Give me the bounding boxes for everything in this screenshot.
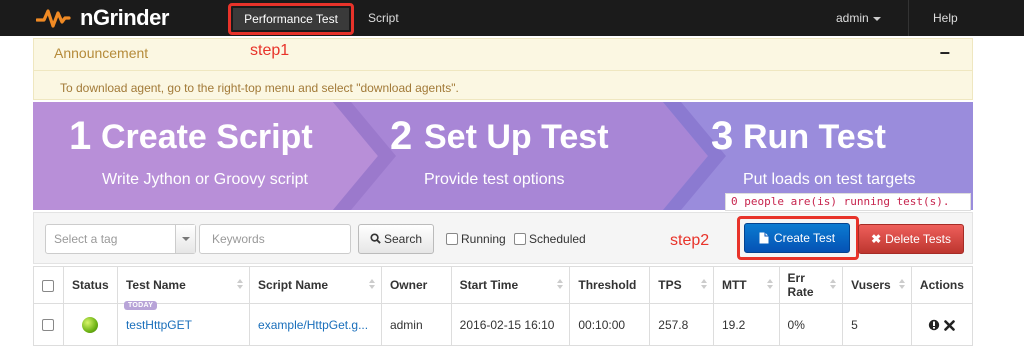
test-toolbar: Select a tag Keywords Search Running Sch… [33, 212, 973, 264]
col-status[interactable]: Status [62, 266, 118, 304]
status-running-icon[interactable] [82, 316, 99, 333]
step-3-title: Run Test [743, 118, 886, 156]
row-vusers: 5 [842, 303, 912, 346]
col-mtt[interactable]: MTT [712, 266, 780, 304]
delete-tests-button[interactable]: ✖ Delete Tests [858, 224, 964, 254]
sort-icon [701, 279, 707, 289]
nav-help[interactable]: Help [933, 0, 958, 36]
step-2-subtitle: Provide test options [424, 171, 565, 188]
file-icon [759, 232, 769, 244]
test-list-table: Status Test Name Script Name Owner Start… [33, 266, 974, 346]
step-3-number: 3 [711, 114, 734, 158]
today-badge: TODAY [123, 301, 158, 310]
col-script-name[interactable]: Script Name [249, 266, 382, 304]
row-mtt: 19.2 [712, 303, 780, 346]
row-select-cell [33, 303, 64, 346]
nav-divider [908, 0, 909, 36]
step-1-title: Create Script [101, 118, 313, 156]
step1-annotation: step1 [250, 42, 290, 59]
col-start-time-label: Start Time [459, 278, 519, 292]
chevron-down-icon [182, 237, 190, 241]
sort-icon [767, 279, 773, 289]
app-name: nGrinder [80, 5, 169, 30]
collapse-icon[interactable]: − [939, 43, 950, 64]
row-threshold: 00:10:00 [569, 303, 651, 346]
delete-tests-label: Delete Tests [885, 232, 951, 246]
col-mtt-label: MTT [721, 278, 747, 292]
user-name: admin [836, 11, 869, 25]
col-test-name[interactable]: Test Name [116, 266, 251, 304]
col-tps[interactable]: TPS [649, 266, 714, 304]
top-navbar: nGrinder Performance Test Script admin H… [0, 0, 1024, 36]
col-err-rate[interactable]: Err Rate [778, 266, 844, 304]
sort-icon [899, 279, 905, 289]
search-button-label: Search [383, 232, 423, 246]
col-vusers[interactable]: Vusers [842, 266, 912, 304]
create-test-highlight: Create Test [737, 216, 859, 260]
row-owner: admin [380, 303, 452, 346]
step-2-title: Set Up Test [424, 118, 609, 156]
select-all-cell [33, 266, 64, 304]
tag-select[interactable]: Select a tag [45, 224, 196, 254]
create-test-button[interactable]: Create Test [744, 223, 850, 253]
step-1-subtitle: Write Jython or Groovy script [102, 171, 308, 188]
chevron-down-icon [872, 16, 881, 21]
row-status-cell [62, 303, 118, 346]
row-script-name-cell: example/HttpGet.g... [249, 303, 382, 346]
search-icon [370, 233, 381, 244]
create-test-label: Create Test [773, 231, 836, 245]
step-2-number: 2 [390, 114, 413, 158]
row-actions [910, 303, 974, 346]
delete-icon[interactable] [944, 320, 956, 331]
col-start-time[interactable]: Start Time [450, 266, 571, 304]
nav-script[interactable]: Script [368, 0, 399, 36]
running-label: Running [461, 232, 506, 246]
logo-wave-icon [36, 9, 71, 28]
col-script-name-label: Script Name [258, 278, 329, 292]
step-3-subtitle: Put loads on test targets [743, 171, 916, 188]
tag-select-toggle[interactable] [175, 225, 195, 253]
row-start-time: 2016-02-15 16:10 [450, 303, 571, 346]
sort-icon [237, 279, 243, 289]
row-err-rate: 0% [778, 303, 844, 346]
running-tests-status: 0 people are(is) running test(s). [725, 193, 971, 211]
row-tps: 257.8 [649, 303, 714, 346]
script-name-link[interactable]: example/HttpGet.g... [258, 318, 368, 332]
search-button[interactable]: Search [358, 224, 434, 254]
col-threshold[interactable]: Threshold [569, 266, 651, 304]
divider [34, 70, 972, 71]
tag-select-placeholder: Select a tag [54, 232, 118, 246]
scheduled-checkbox[interactable] [514, 233, 526, 245]
scheduled-label: Scheduled [529, 232, 586, 246]
stop-icon[interactable] [928, 319, 940, 331]
col-vusers-label: Vusers [851, 278, 891, 292]
sort-icon [557, 279, 563, 289]
nav-performance-test-highlight: Performance Test [228, 3, 354, 35]
ngrinder-logo[interactable]: nGrinder [36, 4, 169, 32]
col-err-rate-label: Err Rate [787, 271, 814, 299]
col-owner[interactable]: Owner [380, 266, 452, 304]
col-actions: Actions [910, 266, 974, 304]
test-name-link[interactable]: testHttpGET [126, 318, 192, 332]
step-1-number: 1 [69, 114, 92, 158]
col-tps-label: TPS [658, 278, 682, 292]
close-icon: ✖ [871, 232, 882, 246]
select-all-checkbox[interactable] [42, 279, 54, 292]
keywords-input[interactable]: Keywords [199, 224, 351, 254]
col-test-name-label: Test Name [125, 278, 186, 292]
row-checkbox[interactable] [42, 319, 54, 332]
running-checkbox[interactable] [446, 233, 458, 245]
nav-performance-test[interactable]: Performance Test [233, 8, 349, 30]
row-test-name-cell: TODAY testHttpGET [116, 301, 251, 346]
table-header-row: Status Test Name Script Name Owner Start… [33, 266, 974, 304]
sort-icon [369, 279, 375, 289]
user-menu[interactable]: admin [836, 0, 881, 36]
step2-annotation: step2 [670, 232, 710, 249]
table-row: TODAY testHttpGET example/HttpGet.g... a… [33, 301, 974, 346]
announcement-panel: Announcement − To download agent, go to … [33, 38, 973, 100]
announcement-title: Announcement [54, 45, 149, 61]
sort-icon [830, 279, 836, 289]
announcement-text: To download agent, go to the right-top m… [60, 81, 459, 95]
